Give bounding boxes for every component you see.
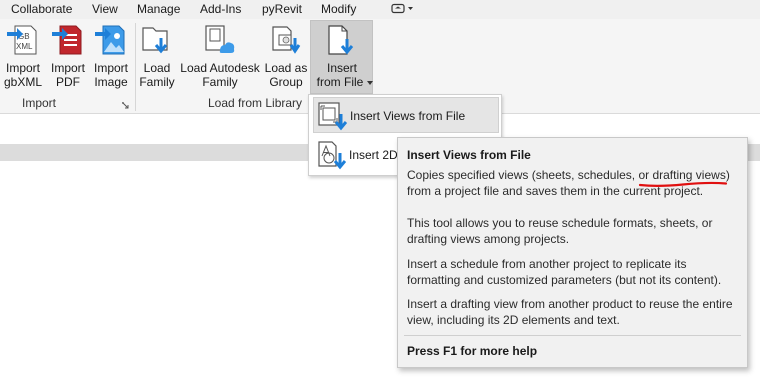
load-group-icon xyxy=(272,26,301,54)
menu-item-label: Insert Views from File xyxy=(350,109,466,123)
import-image-button[interactable]: Import Image xyxy=(90,21,132,93)
menu-modify[interactable]: Modify xyxy=(321,2,356,16)
chevron-down-icon xyxy=(367,81,373,85)
image-import-icon xyxy=(95,25,125,55)
tooltip-paragraph: Insert a schedule from another project t… xyxy=(407,257,722,287)
import-gbxml-button[interactable]: GB XML Import gbXML xyxy=(2,21,44,93)
menu-pyrevit[interactable]: pyRevit xyxy=(262,2,302,16)
tooltip-paragraph: Insert a drafting view from another prod… xyxy=(407,297,733,327)
dropdown-toggle-icon[interactable] xyxy=(391,3,415,18)
svg-text:XML: XML xyxy=(16,42,33,51)
menu-view[interactable]: View xyxy=(92,2,118,16)
menu-collaborate[interactable]: Collaborate xyxy=(11,2,72,16)
load-as-group-button[interactable]: Load as Group xyxy=(263,21,309,93)
insert-from-file-icon xyxy=(328,25,354,55)
load-family-button[interactable]: Load Family xyxy=(136,21,178,93)
import-pdf-button[interactable]: Import PDF xyxy=(48,21,88,93)
insert-views-icon xyxy=(318,102,347,131)
tooltip-paragraph: This tool allows you to reuse schedule f… xyxy=(407,216,713,246)
import-panel-title: Import xyxy=(22,96,57,110)
autodesk-family-icon xyxy=(205,25,235,53)
red-underline-annotation xyxy=(638,181,728,187)
menu-manage[interactable]: Manage xyxy=(137,2,180,16)
menu-bar: Collaborate View Manage Add-Ins pyRevit … xyxy=(0,0,760,19)
menu-item-insert-views-from-file[interactable]: Insert Views from File xyxy=(313,97,499,133)
insert-2d-icon xyxy=(318,141,346,170)
pdf-import-icon xyxy=(52,25,82,55)
load-family-icon xyxy=(142,27,168,54)
panel-launcher-icon[interactable] xyxy=(122,102,129,109)
library-panel-title: Load from Library xyxy=(208,96,303,110)
gbxml-import-icon: GB XML xyxy=(7,25,37,55)
tooltip-title: Insert Views from File xyxy=(407,148,531,162)
tooltip: Insert Views from File Copies specified … xyxy=(397,137,748,368)
tooltip-help-text: Press F1 for more help xyxy=(407,344,538,358)
menu-item-label: Insert 2D xyxy=(349,148,398,162)
tooltip-divider xyxy=(404,335,741,336)
load-autodesk-family-button[interactable]: Load Autodesk Family xyxy=(178,21,262,93)
insert-from-file-button[interactable]: Insert from File xyxy=(310,20,373,94)
menu-add-ins[interactable]: Add-Ins xyxy=(200,2,241,16)
